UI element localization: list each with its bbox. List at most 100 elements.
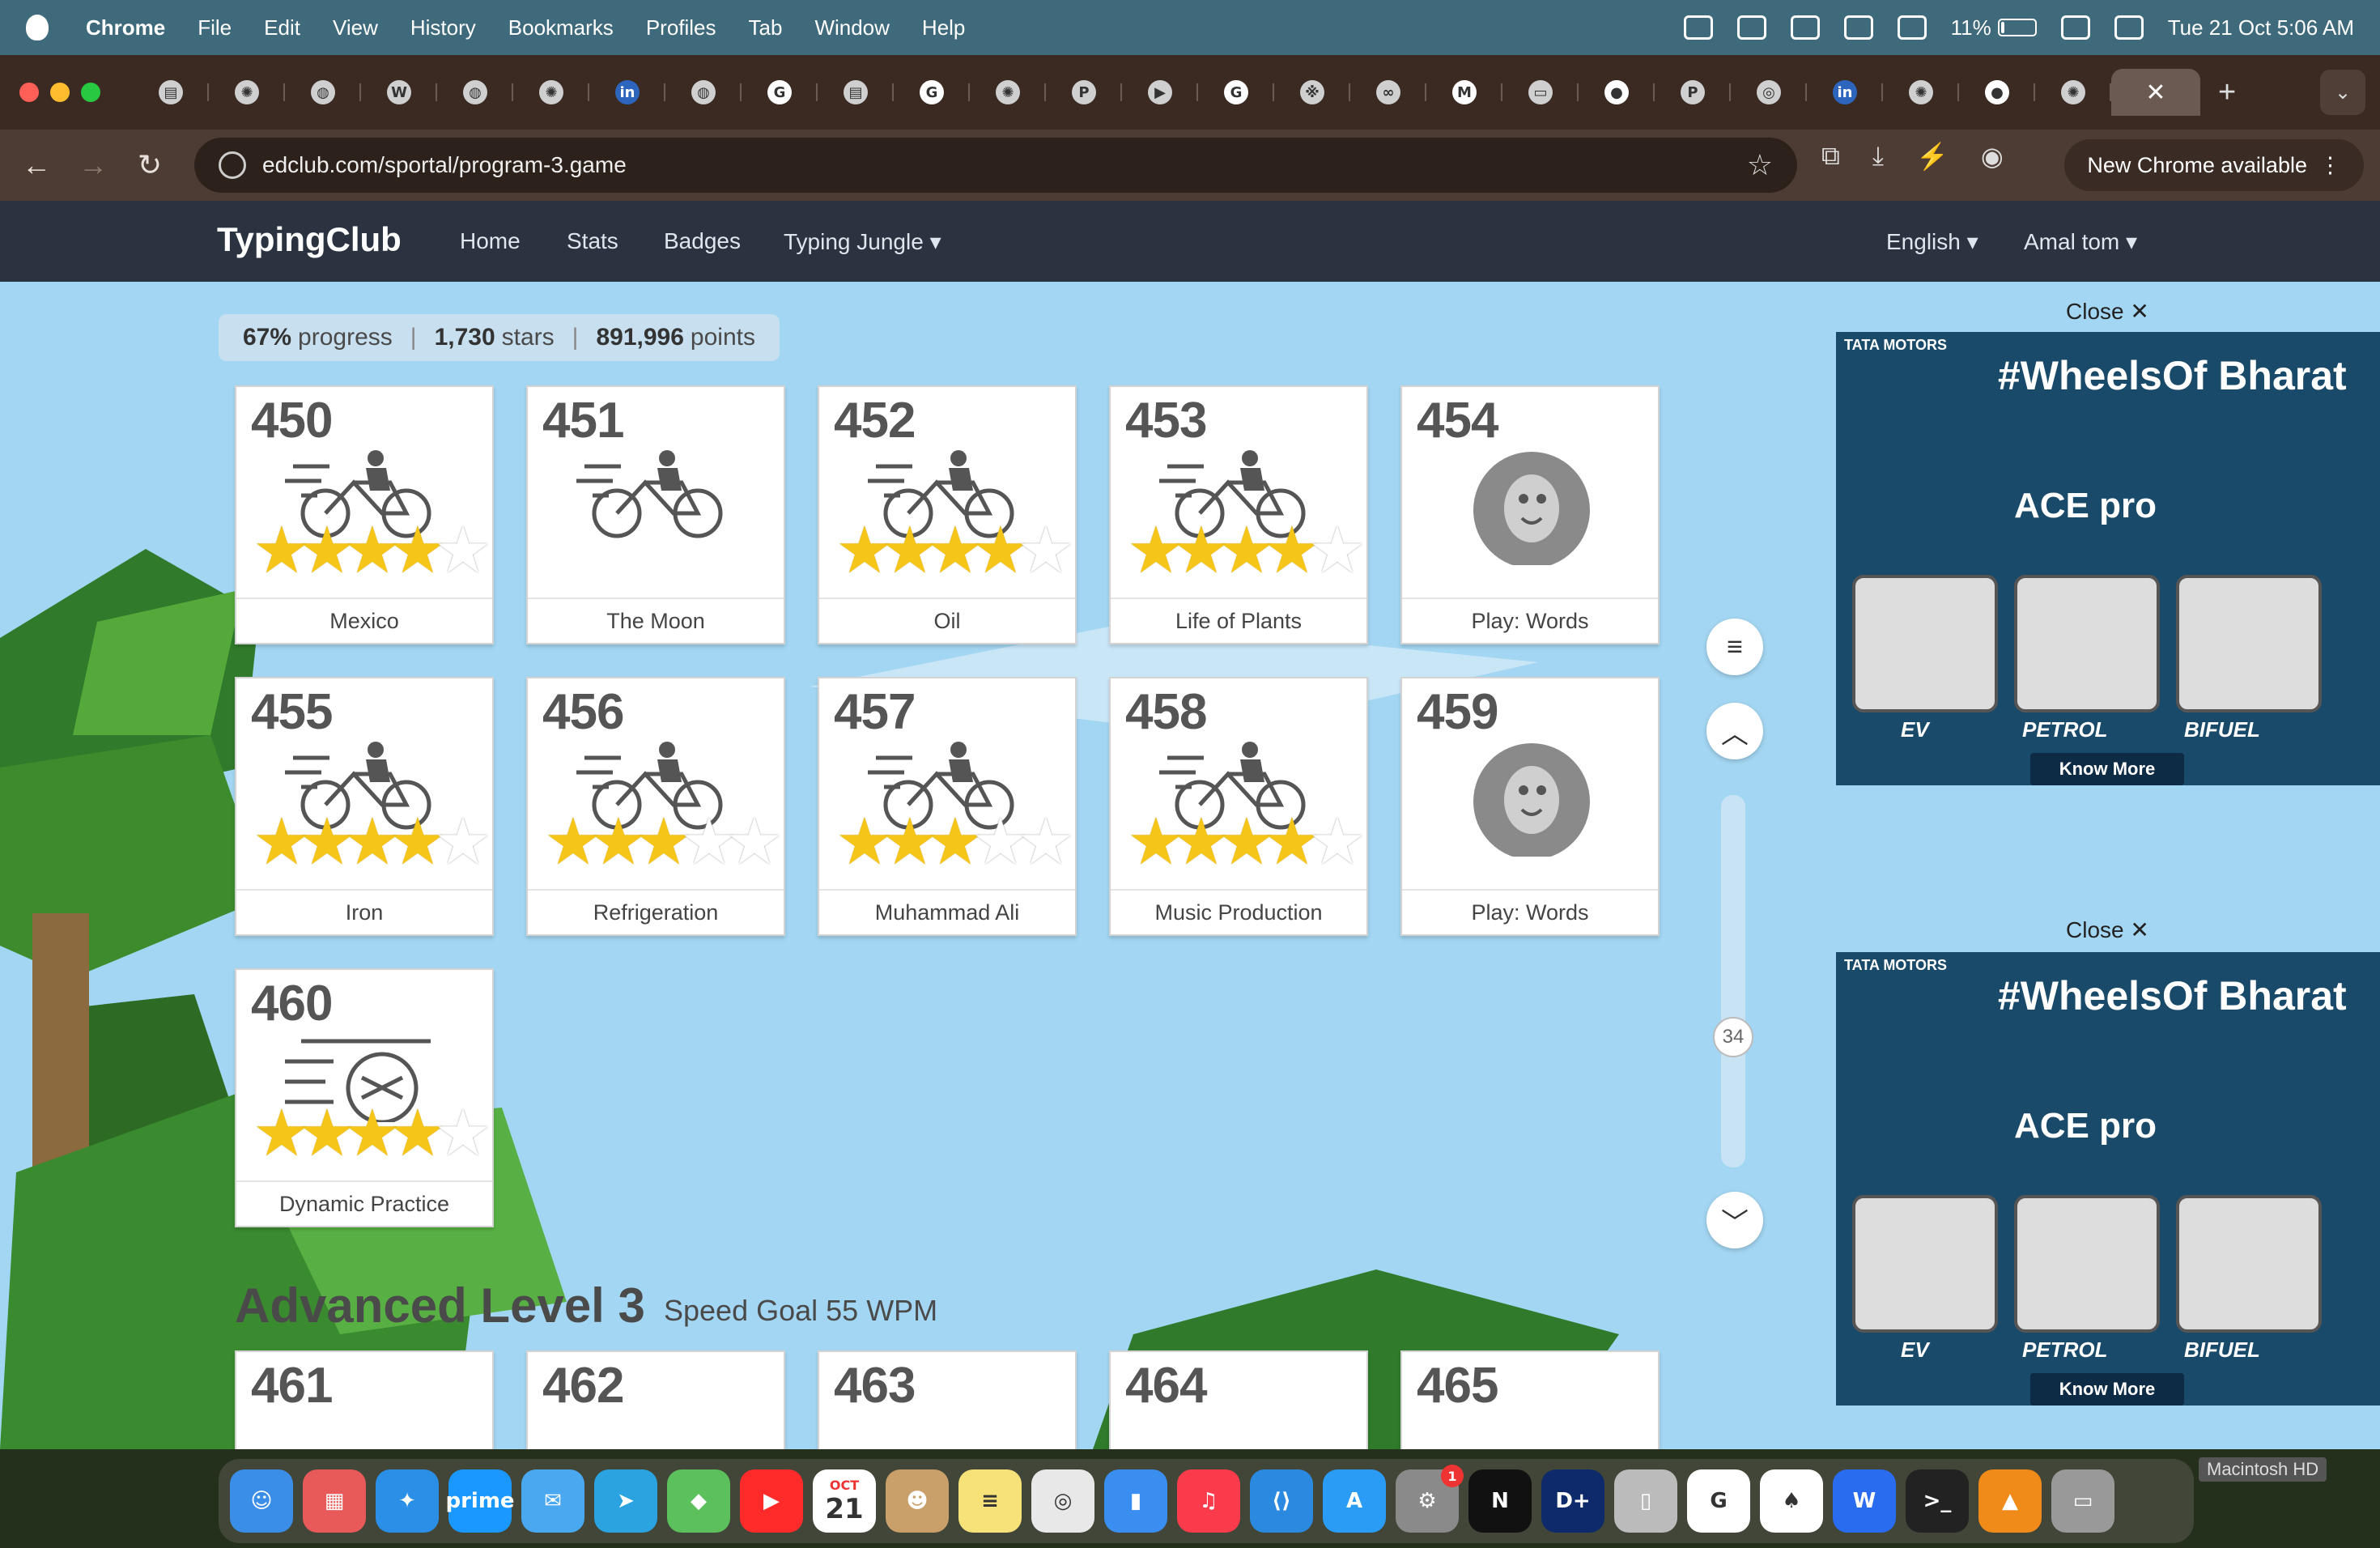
music-icon[interactable]: ♫ [1177, 1469, 1240, 1533]
maps-icon[interactable]: ◆ [667, 1469, 730, 1533]
close-tab-icon[interactable]: ✕ [2145, 79, 2165, 107]
minimize-window-button[interactable] [50, 83, 70, 102]
browser-tab[interactable]: ▤ [133, 69, 209, 116]
safari-icon[interactable]: ✦ [376, 1469, 439, 1533]
profile-avatar[interactable]: ◉ [1981, 141, 2004, 172]
browser-tab[interactable]: ✺ [513, 69, 589, 116]
menu-history[interactable]: History [410, 15, 476, 40]
apple-icon[interactable] [26, 15, 49, 40]
advertisement-banner-2[interactable]: TATA MOTORS #WheelsOf Bharat ACE pro EV … [1836, 952, 2380, 1406]
app-store-icon[interactable]: A [1323, 1469, 1386, 1533]
user-dropdown[interactable]: Amal tom ▾ [2024, 228, 2137, 255]
scroll-position-indicator[interactable]: 34 [1713, 1017, 1753, 1057]
nav-badges[interactable]: Badges [664, 228, 741, 254]
browser-tab[interactable]: ※ [1274, 69, 1350, 116]
browser-tab[interactable]: G [742, 69, 818, 116]
browser-tab[interactable]: ▶ [1122, 69, 1198, 116]
launchpad-icon[interactable]: ▦ [303, 1469, 366, 1533]
browser-tab[interactable]: G [1198, 69, 1274, 116]
vlc-icon[interactable]: ▲ [1978, 1469, 2042, 1533]
lesson-card[interactable]: 453 ★ ★ ★ ★ ★ Life of Plants [1109, 385, 1368, 644]
control-center-icon[interactable] [2114, 15, 2144, 40]
site-info-icon[interactable] [219, 151, 246, 179]
lesson-card[interactable]: 459 Play: Words [1400, 677, 1660, 936]
performance-icon[interactable]: ⚡ [1916, 141, 1949, 172]
google-app-icon[interactable]: G [1687, 1469, 1750, 1533]
browser-tab[interactable]: ◍ [665, 69, 742, 116]
browser-tab[interactable]: ✺ [209, 69, 285, 116]
browser-tab[interactable]: ✺ [2035, 69, 2111, 116]
browser-tab[interactable]: in [589, 69, 665, 116]
menu-help[interactable]: Help [922, 15, 965, 40]
menu-edit[interactable]: Edit [264, 15, 300, 40]
contacts-icon[interactable]: ☻ [886, 1469, 949, 1533]
browser-tab[interactable]: ● [1579, 69, 1655, 116]
browser-tab[interactable]: ◍ [285, 69, 361, 116]
menu-app-name[interactable]: Chrome [86, 15, 165, 40]
menu-profiles[interactable]: Profiles [646, 15, 716, 40]
new-chrome-available-button[interactable]: New Chrome available ⋮ [2064, 139, 2364, 191]
accessibility-status-icon[interactable] [1790, 15, 1820, 40]
zoom-window-button[interactable] [81, 83, 100, 102]
play-status-icon[interactable] [1843, 15, 1873, 40]
lesson-card[interactable]: 464 [1109, 1350, 1368, 1449]
lesson-card[interactable]: 451 The Moon [526, 385, 785, 644]
netflix-icon[interactable]: N [1468, 1469, 1532, 1533]
macintosh-hd-label[interactable]: Macintosh HD [2199, 1457, 2327, 1482]
nav-stats[interactable]: Stats [567, 228, 618, 254]
browser-tab[interactable]: ◍ [437, 69, 513, 116]
telegram-icon[interactable]: ➤ [594, 1469, 657, 1533]
vscode-icon[interactable]: ⟨⟩ [1250, 1469, 1313, 1533]
browser-tab[interactable]: M [1426, 69, 1502, 116]
disney-plus-icon[interactable]: D+ [1541, 1469, 1604, 1533]
lesson-card[interactable]: 455 ★ ★ ★ ★ ★ Iron [235, 677, 494, 936]
ad-close-button[interactable]: Close ✕ [2066, 298, 2149, 325]
app-status-icon[interactable] [1683, 15, 1713, 40]
reload-icon[interactable]: ↻ [121, 148, 178, 182]
menu-window[interactable]: Window [814, 15, 889, 40]
ad-know-more-button-2[interactable]: Know More [2030, 1373, 2184, 1406]
lesson-card[interactable]: 458 ★ ★ ★ ★ ★ Music Production [1109, 677, 1368, 936]
iphone-mirroring-icon[interactable]: ▯ [1614, 1469, 1677, 1533]
nav-home[interactable]: Home [460, 228, 521, 254]
scroll-up-button[interactable]: ︿ [1706, 703, 1763, 759]
browser-tab[interactable]: G [894, 69, 970, 116]
browser-tab[interactable]: ✺ [1883, 69, 1959, 116]
trash-icon[interactable]: ▭ [2051, 1469, 2114, 1533]
new-tab-button[interactable]: + [2218, 75, 2236, 110]
back-arrow-icon[interactable]: ← [8, 148, 65, 182]
address-bar[interactable]: edclub.com/sportal/program-3.game ☆ [194, 138, 1797, 193]
ad-close-button-2[interactable]: Close ✕ [2066, 916, 2149, 943]
keynote-icon[interactable]: ▮ [1104, 1469, 1167, 1533]
lesson-card[interactable]: 452 ★ ★ ★ ★ ★ Oil [818, 385, 1077, 644]
terminal-icon[interactable]: >_ [1906, 1469, 1969, 1533]
browser-tab[interactable]: P [1655, 69, 1731, 116]
advertisement-banner[interactable]: TATA MOTORS #WheelsOf Bharat ACE pro EV … [1836, 332, 2380, 785]
scroll-down-button[interactable]: ﹀ [1706, 1192, 1763, 1248]
tab-search-button[interactable]: ⌄ [2320, 70, 2365, 115]
lesson-card[interactable]: 461 [235, 1350, 494, 1449]
menu-bookmarks[interactable]: Bookmarks [508, 15, 614, 40]
finder-icon[interactable]: ☺ [230, 1469, 293, 1533]
vlc-status-icon[interactable] [1736, 15, 1766, 40]
url-text[interactable]: edclub.com/sportal/program-3.game [262, 152, 627, 178]
browser-tab[interactable]: ∞ [1350, 69, 1426, 116]
lesson-card[interactable]: 462 [526, 1350, 785, 1449]
site-logo[interactable]: TypingClub [217, 220, 402, 259]
chrome-icon[interactable]: ◎ [1031, 1469, 1094, 1533]
browser-tab[interactable]: ◎ [1731, 69, 1807, 116]
browser-tab[interactable]: ✺ [970, 69, 1046, 116]
system-settings-icon[interactable]: ⚙ 1 [1396, 1465, 1464, 1533]
active-tab[interactable]: ✕ [2111, 69, 2200, 116]
close-window-button[interactable] [19, 83, 39, 102]
menubar-clock[interactable]: Tue 21 Oct 5:06 AM [2168, 15, 2354, 40]
menu-file[interactable]: File [198, 15, 232, 40]
lesson-card[interactable]: 450 ★ ★ ★ ★ ★ Mexico [235, 385, 494, 644]
browser-tab[interactable]: ▤ [818, 69, 894, 116]
lesson-card[interactable]: 456 ★ ★ ★ ★ ★ Refrigeration [526, 677, 785, 936]
lesson-card[interactable]: 463 [818, 1350, 1077, 1449]
browser-tab[interactable]: W [361, 69, 437, 116]
calendar-icon[interactable]: OCT 21 [813, 1469, 876, 1533]
link-status-icon[interactable] [2060, 15, 2090, 40]
ad-know-more-button[interactable]: Know More [2030, 753, 2184, 785]
